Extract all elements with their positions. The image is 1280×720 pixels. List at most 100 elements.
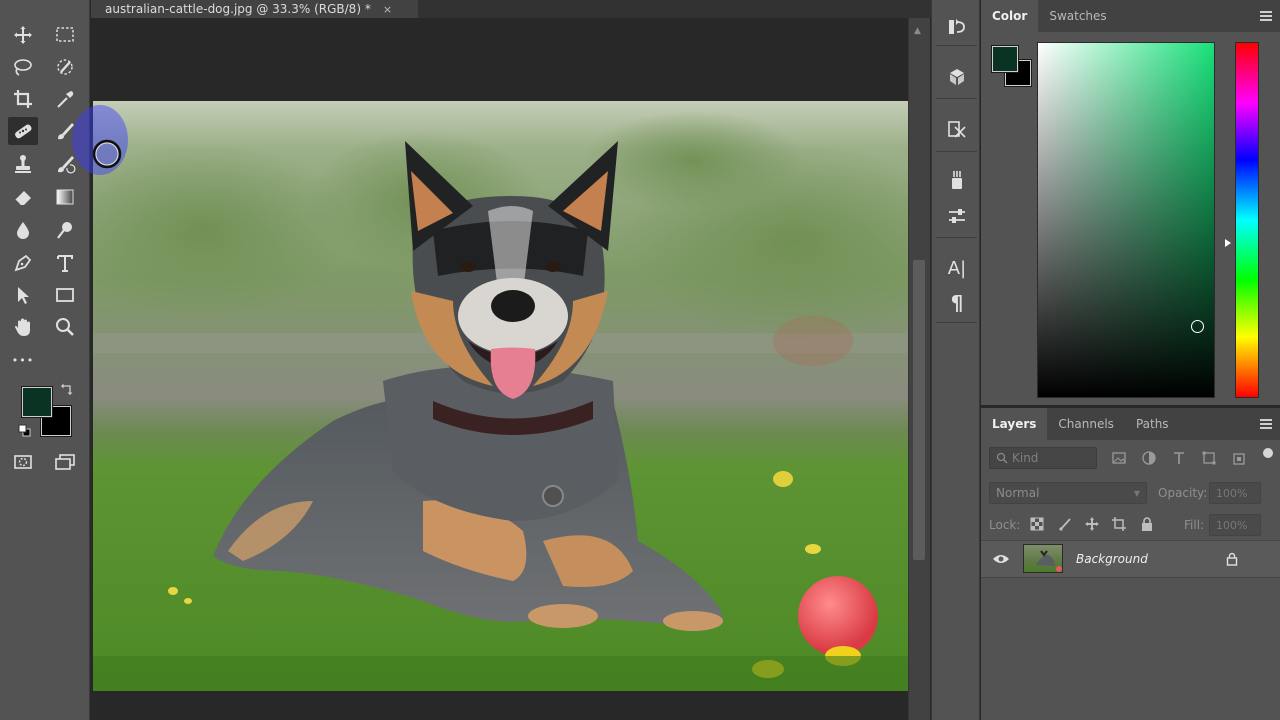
quick-mask-button[interactable]	[8, 448, 38, 476]
3d-icon	[950, 69, 964, 85]
type-tool[interactable]	[50, 249, 80, 277]
chevron-down-icon: ▼	[1133, 489, 1140, 498]
eraser-tool[interactable]	[8, 183, 38, 211]
strip-divider	[936, 237, 977, 238]
swap-colors-icon[interactable]	[60, 382, 74, 396]
brush-cursor	[72, 105, 128, 175]
saturation-brightness-field[interactable]	[1037, 42, 1215, 398]
filter-pixel-layers-button[interactable]	[1111, 450, 1127, 466]
zoom-tool[interactable]	[50, 313, 80, 341]
quick-selection-tool[interactable]	[50, 53, 80, 81]
layer-lock-icon[interactable]	[1225, 552, 1239, 566]
rectangle-tool-icon	[56, 288, 74, 302]
layers-panel-tabs: Layers Channels Paths	[981, 408, 1280, 440]
eye-icon[interactable]	[992, 552, 1010, 566]
foreground-color-swatch[interactable]	[22, 387, 52, 417]
lock-transparent-pixels-button[interactable]	[1029, 516, 1045, 532]
opacity-value: 100%	[1216, 486, 1248, 500]
brush-settings-panel-button[interactable]	[943, 167, 971, 193]
blend-mode-value: Normal	[996, 486, 1040, 500]
3d-panel-button[interactable]	[943, 64, 971, 90]
document-image[interactable]	[93, 101, 908, 691]
blend-mode-select[interactable]: Normal ▼	[989, 482, 1147, 504]
paragraph-icon: ¶	[950, 291, 964, 315]
layer-filter-select[interactable]: Kind	[989, 447, 1097, 469]
layers-panel: Layers Channels Paths Kind Normal ▼ Opac…	[981, 408, 1280, 720]
document-tab[interactable]: australian-cattle-dog.jpg @ 33.3% (RGB/8…	[91, 0, 418, 18]
screen-mode-button[interactable]	[50, 448, 80, 476]
tab-paths[interactable]: Paths	[1125, 408, 1180, 440]
blur-tool[interactable]	[8, 216, 38, 244]
gradient-tool-icon	[56, 189, 74, 205]
crop-tool[interactable]	[8, 85, 38, 113]
edit-toolbar[interactable]: •••	[8, 346, 38, 374]
opacity-field[interactable]: 100%	[1209, 482, 1261, 504]
strip-divider	[936, 322, 977, 323]
scroll-thumb[interactable]	[913, 260, 925, 560]
document-tab-title: australian-cattle-dog.jpg @ 33.3% (RGB/8…	[105, 2, 371, 16]
scroll-up-arrow-icon[interactable]: ▲	[914, 26, 921, 36]
close-document-icon[interactable]: ×	[383, 3, 392, 16]
pen-tool[interactable]	[8, 249, 38, 277]
australian-cattle-dog-photo	[93, 101, 908, 691]
color-panel: Color Swatches	[981, 0, 1280, 405]
properties-icon	[948, 121, 966, 138]
lock-all-button[interactable]	[1139, 516, 1155, 532]
paragraph-panel-button[interactable]: ¶	[943, 290, 971, 316]
color-panel-menu-icon[interactable]	[1260, 11, 1272, 21]
lock-label: Lock:	[989, 518, 1021, 532]
type-tool-icon	[57, 255, 73, 272]
strip-divider	[936, 45, 977, 46]
layers-panel-menu-icon[interactable]	[1260, 419, 1272, 429]
hand-tool[interactable]	[8, 313, 38, 341]
filter-type-layers-button[interactable]	[1171, 450, 1187, 466]
layer-row[interactable]: Background	[981, 540, 1280, 578]
layer-thumbnail	[1023, 544, 1063, 573]
move-tool[interactable]	[8, 21, 38, 49]
pen-tool-icon	[14, 254, 32, 272]
opacity-label: Opacity:	[1158, 486, 1208, 500]
layer-filter-label: Kind	[1012, 451, 1039, 465]
color-panel-foreground-swatch[interactable]	[992, 46, 1018, 72]
gradient-tool[interactable]	[50, 183, 80, 211]
lock-image-pixels-button[interactable]	[1057, 516, 1073, 532]
tab-layers[interactable]: Layers	[981, 408, 1048, 440]
lock-artboard-button[interactable]	[1111, 516, 1127, 532]
spot-healing-brush-tool[interactable]	[8, 117, 38, 145]
tab-swatches[interactable]: Swatches	[1038, 0, 1117, 32]
rectangular-marquee-tool-icon	[56, 27, 74, 42]
hand-tool-icon	[15, 318, 30, 336]
hue-slider-marker[interactable]	[1225, 239, 1231, 247]
adjustments-panel-button[interactable]	[943, 203, 971, 229]
artboard-icon	[1112, 517, 1126, 531]
search-icon	[996, 452, 1008, 464]
character-panel-button[interactable]: A|	[943, 255, 971, 281]
filter-smart-objects-button[interactable]	[1231, 450, 1247, 466]
adjustment-circle-icon	[1142, 451, 1156, 465]
clone-stamp-tool[interactable]	[8, 150, 38, 178]
color-picker-cursor[interactable]	[1191, 320, 1204, 333]
filter-shape-layers-button[interactable]	[1201, 450, 1217, 466]
rectangular-marquee-tool[interactable]	[50, 21, 80, 49]
vertical-scrollbar[interactable]: ▲	[908, 18, 930, 720]
default-colors-icon[interactable]	[18, 424, 32, 438]
properties-panel-button[interactable]	[943, 117, 971, 143]
path-selection-tool[interactable]	[8, 281, 38, 309]
zoom-tool-icon	[56, 318, 74, 336]
history-panel-button[interactable]	[943, 14, 971, 40]
lock-position-button[interactable]	[1084, 516, 1100, 532]
checkerboard-icon	[1030, 517, 1044, 531]
hue-slider[interactable]	[1235, 42, 1259, 398]
filter-adjustment-layers-button[interactable]	[1141, 450, 1157, 466]
brush-settings-icon	[952, 171, 962, 189]
fill-field[interactable]: 100%	[1209, 514, 1261, 536]
tab-channels[interactable]: Channels	[1047, 408, 1125, 440]
rectangle-tool[interactable]	[50, 281, 80, 309]
filter-toggle-icon[interactable]	[1263, 448, 1273, 458]
crop-tool-icon	[14, 90, 32, 108]
tab-color[interactable]: Color	[981, 0, 1039, 32]
color-panel-body	[981, 32, 1280, 405]
layers-panel-body: Kind Normal ▼ Opacity: 100% Lock: Fill: …	[981, 440, 1280, 720]
dodge-tool[interactable]	[50, 216, 80, 244]
lasso-tool[interactable]	[8, 53, 38, 81]
